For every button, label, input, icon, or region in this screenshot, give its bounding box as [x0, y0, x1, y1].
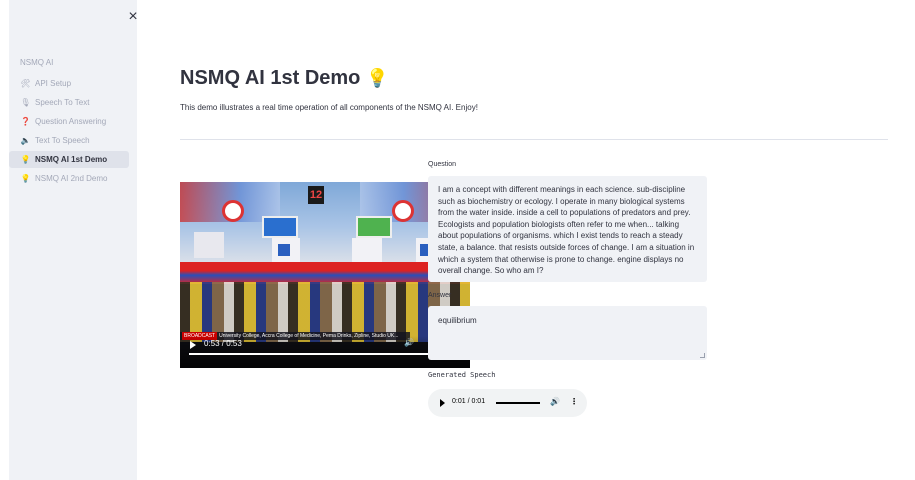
audio-time: 0:01 / 0:01 — [452, 398, 486, 405]
generated-speech-label: Generated Speech — [428, 371, 496, 379]
sidebar-item-speech-to-text[interactable]: 🎙 Speech To Text — [9, 94, 129, 111]
video-controls: 0:53 / 0:53 🔊 ⛶ ⋮ — [180, 336, 470, 368]
resize-handle[interactable] — [700, 353, 705, 358]
video-frame-screen — [356, 216, 392, 238]
more-options-icon[interactable]: ⋮ — [570, 397, 578, 406]
divider — [180, 139, 888, 140]
question-label: Question — [428, 161, 457, 168]
tools-icon: 🛠 — [20, 79, 31, 88]
sidebar-nav: 🛠 API Setup 🎙 Speech To Text ❓ Question … — [9, 75, 129, 189]
answer-label: Answer — [428, 292, 452, 299]
audio-progress-bar[interactable] — [496, 402, 540, 404]
video-time: 0:53 / 0:53 — [204, 339, 242, 348]
page-description: This demo illustrates a real time operat… — [180, 103, 478, 112]
quiz-logo-icon — [392, 200, 414, 222]
page-title: NSMQ AI 1st Demo 💡 — [180, 67, 389, 90]
quiz-logo-icon — [222, 200, 244, 222]
video-progress-bar[interactable] — [189, 353, 461, 355]
answer-field[interactable]: equilibrium — [428, 306, 707, 360]
lightbulb-icon: 💡 — [20, 174, 31, 183]
sidebar-item-label: NSMQ AI 1st Demo — [35, 155, 108, 164]
page-title-text: NSMQ AI 1st Demo — [180, 67, 361, 89]
video-frame-desk — [352, 238, 382, 262]
play-icon[interactable] — [190, 341, 196, 349]
question-text: I am a concept with different meanings i… — [428, 176, 707, 282]
play-icon[interactable] — [440, 399, 445, 407]
video-player[interactable]: 12 BROADCASTUniversity College, Accra Co… — [180, 182, 470, 368]
sidebar-item-1st-demo[interactable]: 💡 NSMQ AI 1st Demo — [9, 151, 129, 168]
sidebar-item-label: API Setup — [35, 79, 72, 88]
sidebar: × NSMQ AI 🛠 API Setup 🎙 Speech To Text ❓… — [9, 0, 138, 480]
video-scoreboard: 12 — [308, 186, 324, 204]
video-frame-desk — [194, 232, 224, 258]
video-frame-screen — [262, 216, 298, 238]
sidebar-item-label: Question Answering — [35, 117, 107, 126]
answer-value: equilibrium — [438, 316, 477, 325]
lightbulb-icon: 💡 — [366, 68, 389, 88]
video-frame-flag-band — [180, 262, 470, 284]
question-icon: ❓ — [20, 117, 31, 126]
sidebar-item-label: Text To Speech — [35, 136, 90, 145]
sidebar-item-api-setup[interactable]: 🛠 API Setup — [9, 75, 129, 92]
sidebar-item-label: Speech To Text — [35, 98, 90, 107]
sidebar-item-text-to-speech[interactable]: 🔈 Text To Speech — [9, 132, 129, 149]
sidebar-app-title: NSMQ AI — [20, 58, 54, 67]
microphone-icon: 🎙 — [20, 98, 31, 107]
speaker-icon: 🔈 — [20, 136, 31, 145]
sidebar-item-question-answering[interactable]: ❓ Question Answering — [9, 113, 129, 130]
lightbulb-icon: 💡 — [20, 155, 31, 164]
sidebar-item-label: NSMQ AI 2nd Demo — [35, 174, 108, 183]
sidebar-item-2nd-demo[interactable]: 💡 NSMQ AI 2nd Demo — [9, 170, 129, 187]
volume-icon[interactable]: 🔊 — [550, 397, 560, 406]
volume-icon[interactable]: 🔊 — [404, 338, 414, 347]
video-frame-desk-logo — [278, 244, 290, 256]
close-icon: × — [128, 8, 138, 25]
close-sidebar-button[interactable]: × — [125, 9, 141, 25]
audio-player[interactable]: 0:01 / 0:01 🔊 ⋮ — [428, 389, 587, 417]
